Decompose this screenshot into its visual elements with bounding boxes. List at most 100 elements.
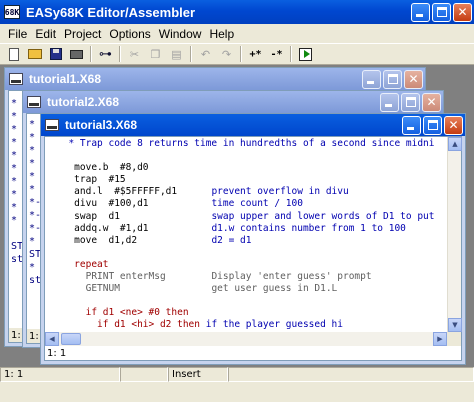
redo-icon: ↷ [221,47,232,61]
window-title-bar[interactable]: tutorial3.X68 ✕ [41,114,465,136]
menu-bar: File Edit Project Options Window Help [0,24,474,43]
code-token: if d1 <ne> #0 then [57,307,189,319]
app-icon[interactable]: 68K [4,5,20,19]
code-token: move d1,d2 [57,234,212,246]
maximize-button[interactable] [401,92,420,112]
minimize-button[interactable] [362,69,381,89]
open-button[interactable] [26,46,43,62]
uncomment-icon: -* [270,48,283,60]
code-token: repeat [57,258,109,270]
uncomment-button[interactable]: -* [268,46,285,62]
scroll-right-icon[interactable]: ▶ [433,332,447,346]
close-button[interactable]: ✕ [453,2,472,22]
assemble-button[interactable] [297,46,314,62]
save-button[interactable] [47,46,64,62]
window-title: tutorial2.X68 [47,95,120,109]
menu-project[interactable]: Project [60,27,105,41]
maximize-button[interactable] [383,69,402,89]
window-title-bar[interactable]: tutorial2.X68 ✕ [23,91,443,113]
code-line: GETNUM get user guess in D1.L [57,283,447,295]
window-title-bar[interactable]: tutorial1.X68 ✕ [5,68,425,90]
document-icon [9,73,23,85]
app-title: EASy68K Editor/Assembler [26,4,196,20]
undo-icon: ↶ [200,47,211,61]
vertical-scrollbar[interactable]: ▲ ▼ [447,137,462,332]
maximize-button[interactable] [432,2,451,22]
window-title: tutorial1.X68 [29,72,102,86]
minimize-button[interactable] [380,92,399,112]
edit-mode: Insert [168,367,228,382]
code-token: d2 = d1 [211,234,252,246]
minimize-icon [385,103,392,107]
code-token: move.b #8,d0 [57,162,149,174]
close-button[interactable]: ✕ [444,115,463,135]
editor-body[interactable]: * Trap code 8 returns time in hundredths… [44,136,462,361]
code-token: Display 'enter guess' prompt [211,271,372,283]
close-button[interactable]: ✕ [404,69,423,89]
menu-file[interactable]: File [4,27,31,41]
code-token: addq.w #1,d1 [57,222,212,234]
code-token: time count / 100 [211,198,303,210]
comment-icon: +* [249,48,262,60]
scroll-left-icon[interactable]: ◀ [45,332,59,346]
scroll-up-icon[interactable]: ▲ [448,137,462,151]
maximize-icon [406,96,416,107]
app-title-bar: 68K EASy68K Editor/Assembler ✕ [0,0,474,24]
code-token: d1.w contains number from 1 to 100 [211,222,406,234]
paste-icon: ▤ [171,47,182,61]
code-line: trap #15 [57,174,447,186]
status-message [228,367,474,382]
maximize-button[interactable] [423,115,442,135]
paste-button[interactable]: ▤ [168,46,185,62]
scroll-down-icon[interactable]: ▼ [448,318,462,332]
horizontal-scrollbar[interactable]: ◀ ▶ [45,332,447,346]
undo-button[interactable]: ↶ [197,46,214,62]
code-token: divu #100,d1 [57,198,212,210]
code-editor[interactable]: * Trap code 8 returns time in hundredths… [57,137,447,332]
menu-edit[interactable]: Edit [31,27,60,41]
code-token: if the player guessed hi [205,319,343,331]
menu-window[interactable]: Window [155,27,206,41]
redo-button[interactable]: ↷ [218,46,235,62]
code-line: if d1 <ne> #0 then [57,307,447,319]
code-token: swap d1 [57,210,212,222]
code-token: * Trap code 8 returns time in hundredths… [57,138,435,149]
status-bar: 1: 1 Insert [0,367,474,382]
cursor-position: 1: 1 [0,367,120,382]
toolbar-separator [190,46,192,62]
cut-icon: ✂ [129,47,140,61]
minimize-button[interactable] [411,2,430,22]
mdi-area: tutorial1.X68 ✕ * * * * * * * * * * ST st 1: 1 tuto… [0,65,474,367]
close-icon: ✕ [457,4,468,19]
code-line: move.b #8,d0 [57,162,447,174]
new-button[interactable] [5,46,22,62]
print-button[interactable] [68,46,85,62]
code-line: PRINT enterMsg Display 'enter guess' pro… [57,271,447,283]
menu-help[interactable]: Help [205,27,238,41]
code-token: get user guess in D1.L [211,283,338,295]
code-line: * Trap code 8 returns time in hundredths… [57,138,447,150]
save-icon [49,48,62,60]
code-line: if d1 <hi> d2 then if the player guessed… [57,319,447,331]
code-line: addq.w #1,d1 d1.w contains number from 1… [57,223,447,235]
minimize-button[interactable] [402,115,421,135]
scroll-thumb[interactable] [61,333,81,345]
open-icon [27,49,42,59]
comment-button[interactable]: +* [247,46,264,62]
code-token: trap #15 [57,174,126,186]
copy-button[interactable]: ❐ [147,46,164,62]
find-button[interactable]: ⊶ [97,46,114,62]
maximize-icon [437,6,447,17]
cut-button[interactable]: ✂ [126,46,143,62]
status-empty [120,367,168,382]
editor-window-tutorial3[interactable]: tutorial3.X68 ✕ * Trap code 8 returns ti… [40,113,466,365]
toolbar-separator [240,46,242,62]
code-token: prevent overflow in divu [211,186,349,198]
close-button[interactable]: ✕ [422,92,441,112]
minimize-icon [416,13,423,17]
app-icon-label: 68K [4,7,20,17]
menu-options[interactable]: Options [105,27,154,41]
minimize-icon [407,126,414,130]
document-icon [45,119,59,131]
